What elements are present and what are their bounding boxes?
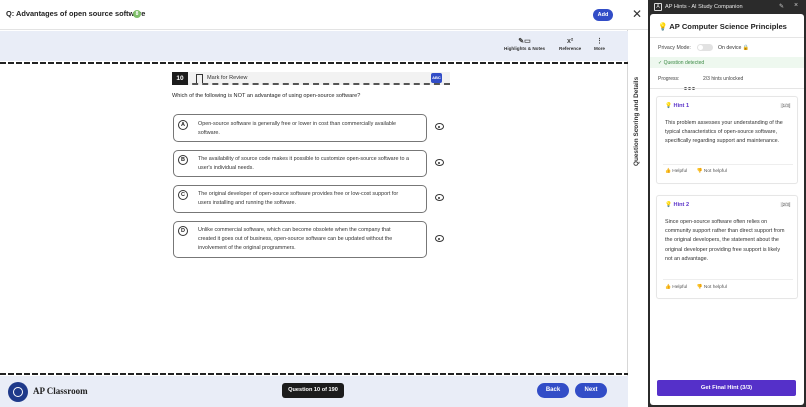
choice-text: Unlike commercial software, which can be… [198,227,393,251]
not-helpful-button[interactable]: 👎 Not helpful [697,169,727,174]
get-final-hint-button[interactable]: Get Final Hint (3/3) [657,380,796,396]
divider [663,279,793,280]
close-icon[interactable]: ✕ [632,7,642,21]
top-bar: Q: Advantages of open source software 8 … [0,0,648,30]
choice-text: The availability of source code makes it… [198,156,409,171]
divider-dashed-bottom [0,373,628,375]
brand-name: AP Classroom [33,386,88,396]
bookmark-icon[interactable] [196,74,203,83]
hint-card-2: 💡 Hint 2 [2/3] Since open-source softwar… [656,195,798,299]
choice-text: The original developer of open-source so… [198,191,399,206]
privacy-mode-label: Privacy Mode: [658,45,691,51]
eliminate-c-icon[interactable] [434,194,444,203]
choice-a[interactable]: A Open-source software is generally free… [173,114,427,142]
reference-label: Reference [559,46,582,51]
back-button[interactable]: Back [537,383,569,398]
hint-title-text: Hint 1 [673,103,690,109]
hint-title: 💡 Hint 2 [665,202,690,208]
choice-letter: B [178,155,188,165]
divider-dashed-top [0,62,628,64]
hints-unlocked-text: 2/3 hints unlocked [703,76,744,82]
divider [663,164,793,165]
eliminate-a-icon[interactable] [434,123,444,132]
hint-title-text: Hint 2 [673,202,690,208]
privacy-toggle[interactable] [697,44,713,51]
answer-eliminator-button[interactable]: ABC [431,73,442,83]
scoring-side-rail[interactable]: Question Scoring and Details ‹ [628,30,648,407]
extension-titlebar: A AP Hints - AI Study Companion ✎ × [648,0,806,14]
on-device-label: On device 🔒 [718,45,750,51]
highlights-notes-tool[interactable]: ✎▭ Highlights & Notes [504,38,545,51]
pin-icon[interactable]: ✎ [779,3,784,10]
divider [650,88,804,89]
question-detected-banner: ✓ Question detected [650,57,804,68]
progress-label: Progress: [658,76,680,82]
reference-tool[interactable]: x² Reference [559,38,581,51]
extension-logo-icon: A [654,3,662,11]
choice-text: Open-source software is generally free o… [198,121,397,136]
course-title: 💡 AP Computer Science Principles [658,22,787,31]
more-vertical-icon: ⋮ [595,38,603,45]
hint-body: Since open-source software often relies … [665,219,785,262]
question-detected-text: ✓ Question detected [658,60,705,66]
highlights-notes-label: Highlights & Notes [504,46,546,51]
hint-feedback: 👍 Helpful 👎 Not helpful [665,169,735,174]
hint-feedback: 👍 Helpful 👎 Not helpful [665,285,735,290]
hint-count: [1/3] [780,103,791,108]
next-button[interactable]: Next [575,383,607,398]
choice-letter: C [178,190,188,200]
question-prompt: Which of the following is NOT an advanta… [172,93,361,99]
divider [650,37,804,38]
scoring-details-label: Question Scoring and Details [633,76,640,166]
choice-d[interactable]: D Unlike commercial software, which can … [173,221,427,258]
question-title: Q: Advantages of open source software [6,9,146,18]
more-tool[interactable]: ⋮ More [594,38,605,51]
helpful-button[interactable]: 👍 Helpful [665,169,687,174]
ap-logo-icon [8,382,28,402]
extension-body: 💡 AP Computer Science Principles Privacy… [650,14,804,405]
helpful-button[interactable]: 👍 Helpful [665,285,687,290]
formula-icon: x² [566,38,574,45]
not-helpful-button[interactable]: 👎 Not helpful [697,285,727,290]
highlighter-icon: ✎▭ [518,38,531,45]
info-badge-icon[interactable]: 8 [133,10,141,18]
hint-count: [2/3] [780,202,791,207]
course-title-text: AP Computer Science Principles [669,22,787,31]
eliminate-b-icon[interactable] [434,159,444,168]
hint-title: 💡 Hint 1 [665,103,690,109]
choice-letter: D [178,226,188,236]
more-label: More [594,46,605,51]
screen: Q: Advantages of open source software 8 … [0,0,806,407]
choice-c[interactable]: C The original developer of open-source … [173,185,427,213]
question-number: 10 [172,72,188,85]
chevron-left-icon[interactable]: ‹ [634,124,637,133]
choice-letter: A [178,120,188,130]
hint-card-1: 💡 Hint 1 [1/3] This problem assesses you… [656,96,798,184]
add-button[interactable]: Add [593,9,613,21]
question-counter-button[interactable]: Question 10 of 190 [282,383,344,398]
close-icon[interactable]: × [794,2,798,9]
extension-panel: A AP Hints - AI Study Companion ✎ × 💡 AP… [648,0,806,407]
progress-dots [684,77,696,95]
eliminate-d-icon[interactable] [434,235,444,244]
hint-body: This problem assesses your understanding… [665,120,783,145]
choice-b[interactable]: B The availability of source code makes … [173,150,427,177]
mark-for-review[interactable]: Mark for Review [207,75,247,81]
extension-window-title: AP Hints - AI Study Companion [665,4,743,10]
